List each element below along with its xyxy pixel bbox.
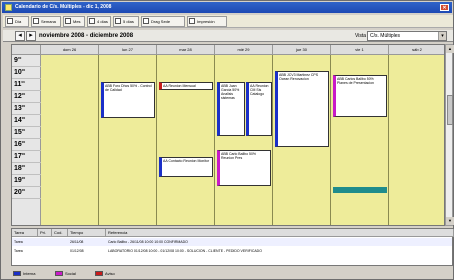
table-cell: 01/12/08 <box>70 249 84 253</box>
hour-label: 1100 <box>12 79 41 91</box>
appointment[interactable]: ABB Carlos Ballbo 50% Planes de Presenta… <box>333 75 387 117</box>
drag-button[interactable]: Drag Sede <box>141 16 185 27</box>
hour-label: 1000 <box>12 67 41 79</box>
day-icon <box>7 18 13 24</box>
table-cell: 26/11/08 <box>70 240 84 244</box>
column-header[interactable]: Tiempo <box>68 229 106 237</box>
day-header[interactable]: jue 30 <box>273 45 331 55</box>
appointment[interactable]: ABB Carlo Ballbo 50% Reunion Pres <box>217 150 271 186</box>
hour-label: 1300 <box>12 103 41 115</box>
table-cell: Carlo Ballbo - 26/11/08 10:00 10:00 CONF… <box>108 240 188 244</box>
appointment[interactable]: AA Reunion CM Sis Catalogo <box>246 82 272 136</box>
day-column[interactable] <box>99 55 157 225</box>
legend: Interna Social Aviso <box>11 268 453 279</box>
table-cell: LABORATORIO 01/12/08 10:00 - 01/12/08 10… <box>108 249 262 253</box>
hour-label: 1700 <box>12 151 41 163</box>
legend-swatch <box>55 271 63 276</box>
hour-label: 1900 <box>12 175 41 187</box>
four-day-icon <box>89 18 95 24</box>
next-button[interactable]: ▸ <box>26 31 36 41</box>
toolbar: Día Semana Mes 4 días 5 días Drag Sede I… <box>3 15 453 28</box>
drag-icon <box>143 18 149 24</box>
corner-header <box>12 45 41 55</box>
day-header[interactable]: sáb 2 <box>389 45 444 55</box>
hour-label: 1200 <box>12 91 41 103</box>
scroll-thumb[interactable] <box>447 95 453 125</box>
calendar-grid: dom 26 lun 27 mar 28 mié 29 jue 30 vie 1… <box>11 44 445 226</box>
day-header[interactable]: mar 28 <box>157 45 215 55</box>
column-header[interactable]: Tarea <box>12 229 38 237</box>
print-button[interactable]: Impresión <box>187 16 227 27</box>
table-cell: Tarea <box>14 249 23 253</box>
appointment[interactable]: AA Contacto Reunion Monitor <box>159 157 213 177</box>
week-view-button[interactable]: Semana <box>31 16 61 27</box>
scroll-down-icon[interactable]: ▼ <box>446 217 454 225</box>
appointment[interactable]: ABB Foro Dhcs 50% - Control de Calidad <box>101 82 155 118</box>
view-select[interactable]: C/s. Múltiples ▾ <box>367 31 447 41</box>
next-icon: ▸ <box>29 32 33 39</box>
close-button[interactable]: ✕ <box>440 4 449 11</box>
previous-icon: ◂ <box>18 32 22 39</box>
appointment[interactable]: ABB Juan Garcia 50% Analisis sistemas <box>217 82 245 136</box>
legend-item: Interna <box>13 270 35 277</box>
calendar-window: Calendario de C/s. Múltiples - dic 1, 20… <box>0 0 454 280</box>
hour-label: 1400 <box>12 115 41 127</box>
legend-swatch <box>95 271 103 276</box>
week-icon <box>33 18 39 24</box>
legend-item: Social <box>55 270 76 277</box>
day-column[interactable] <box>389 55 444 225</box>
legend-item: Aviso <box>95 270 115 277</box>
view-select-value: C/s. Múltiples <box>370 33 401 39</box>
column-header[interactable]: Pri. <box>38 229 52 237</box>
hour-label: 1600 <box>12 139 41 151</box>
day-header[interactable]: mié 29 <box>215 45 273 55</box>
calendar-app-icon <box>5 4 12 11</box>
column-header[interactable]: Referencia <box>106 229 454 237</box>
column-header[interactable]: Cod. <box>52 229 68 237</box>
previous-button[interactable]: ◂ <box>15 31 25 41</box>
legend-swatch <box>13 271 21 276</box>
window-title-text: Calendario de C/s. Múltiples - dic 1, 20… <box>15 4 112 10</box>
view-label: Vista <box>355 33 367 39</box>
date-range-label: noviembre 2008 - diciembre 2008 <box>39 33 134 39</box>
scroll-up-icon[interactable]: ▲ <box>446 45 454 53</box>
day-column[interactable] <box>215 55 273 225</box>
month-view-button[interactable]: Mes <box>63 16 85 27</box>
chevron-down-icon[interactable]: ▾ <box>438 32 446 40</box>
free-busy-bar[interactable] <box>333 187 387 193</box>
calendar-scrollbar[interactable]: ▲ ▼ <box>445 44 454 226</box>
day-view-button[interactable]: Día <box>5 16 29 27</box>
table-cell: Tarea <box>14 240 23 244</box>
window-title: Calendario de C/s. Múltiples - dic 1, 20… <box>2 2 452 13</box>
five-day-icon <box>115 18 121 24</box>
navigation-bar: ◂ ▸ noviembre 2008 - diciembre 2008 Vist… <box>3 30 453 42</box>
day-column[interactable] <box>41 55 99 225</box>
month-icon <box>65 18 71 24</box>
hour-label: 2000 <box>12 187 41 199</box>
day-header[interactable]: dom 26 <box>41 45 99 55</box>
print-icon <box>189 18 195 24</box>
appointment[interactable]: AA Reunion Mensual <box>159 82 213 90</box>
five-day-view-button[interactable]: 5 días <box>113 16 139 27</box>
day-header[interactable]: lun 27 <box>99 45 157 55</box>
task-table: Tarea Pri. Cod. Tiempo Referencia Tarea … <box>11 228 454 266</box>
hour-column: 900 1000 1100 1200 1300 1400 1500 1600 1… <box>12 55 41 225</box>
four-day-view-button[interactable]: 4 días <box>87 16 111 27</box>
day-header[interactable]: vie 1 <box>331 45 389 55</box>
appointment[interactable]: ABB JCV3 Martinez CPS Ocean Renovacion <box>275 71 329 147</box>
hour-label: 1500 <box>12 127 41 139</box>
hour-label: 1800 <box>12 163 41 175</box>
day-column[interactable] <box>157 55 215 225</box>
hour-label: 900 <box>12 55 41 67</box>
